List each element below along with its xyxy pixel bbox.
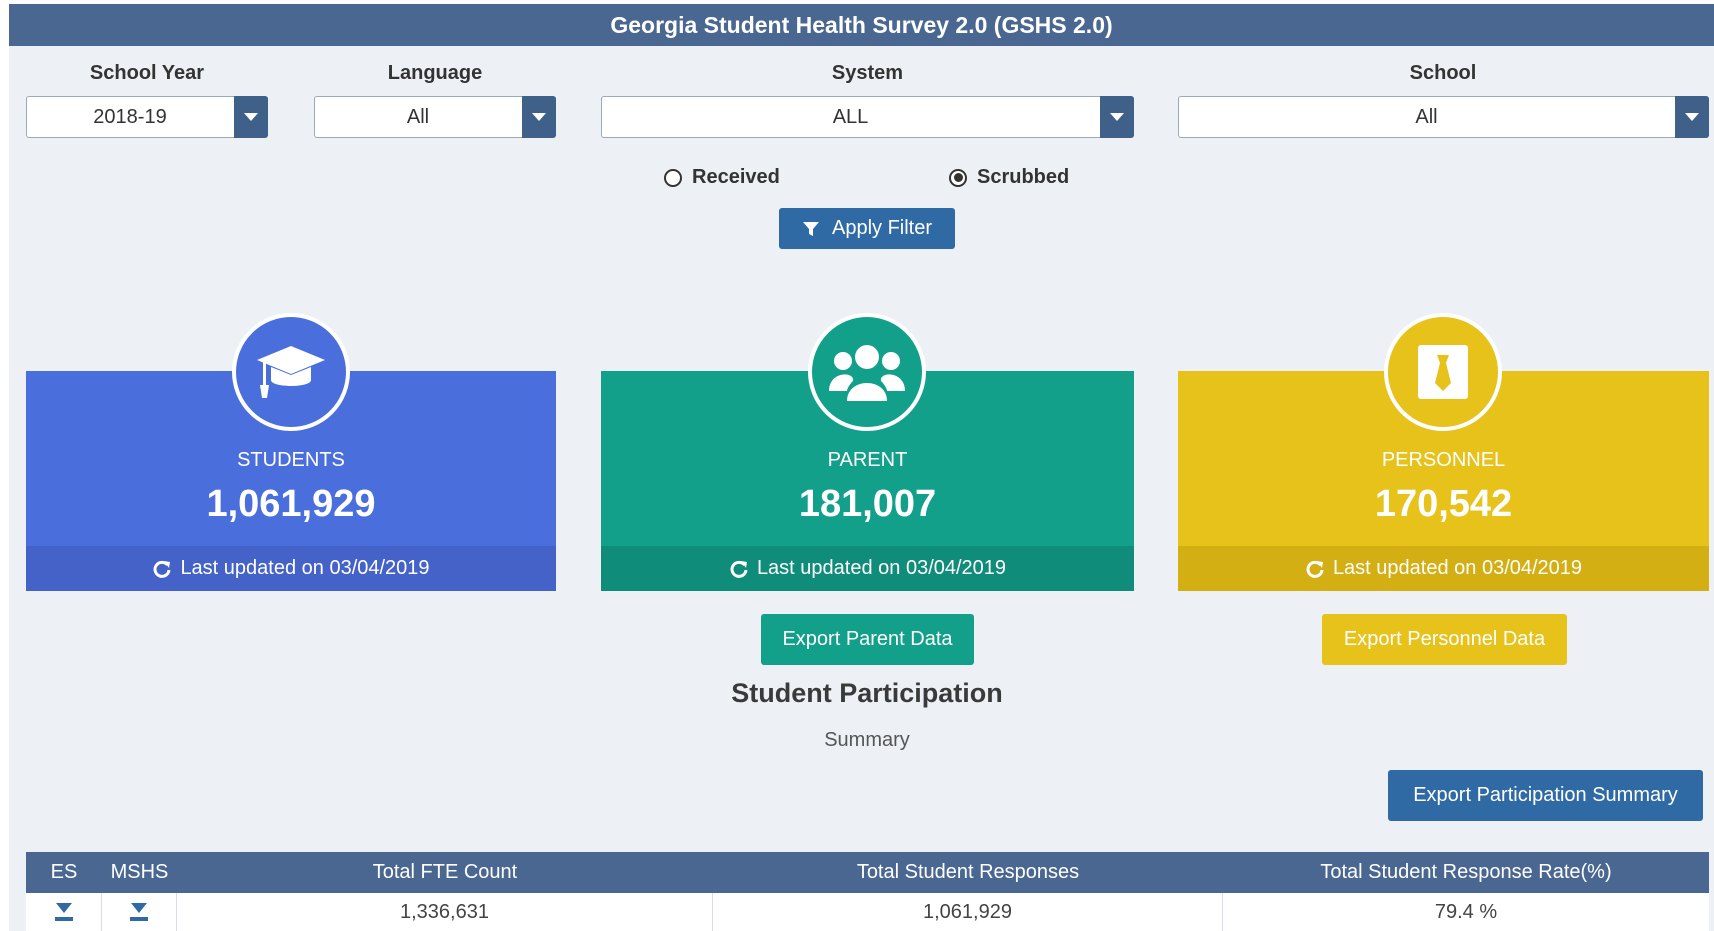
school-label: School [1409, 62, 1477, 84]
chevron-down-icon[interactable] [1675, 96, 1709, 138]
received-label: Received [692, 166, 780, 188]
system-label: System [831, 62, 904, 84]
column-header-es: ES [50, 861, 78, 883]
users-icon [829, 345, 905, 401]
rate-cell: 79.4 % [1434, 900, 1498, 923]
school-year-value: 2018-19 [93, 105, 167, 128]
column-header-fte: Total FTE Count [372, 861, 518, 883]
school-year-label: School Year [89, 62, 205, 84]
chevron-down-icon[interactable] [522, 96, 556, 138]
chevron-down-icon[interactable] [234, 96, 268, 138]
last-updated-text: Last updated on 03/04/2019 [756, 557, 1007, 579]
section-subtitle: Summary [824, 729, 910, 751]
system-value: ALL [832, 105, 869, 128]
card-footer: Last updated on 03/04/2019 [1178, 546, 1709, 591]
language-select[interactable]: All [314, 96, 556, 138]
parent-badge [808, 313, 926, 431]
fte-count-cell: 1,336,631 [177, 893, 713, 931]
column-header-mshs: MSHS [110, 861, 169, 883]
school-select[interactable]: All [1178, 96, 1709, 138]
id-badge-icon [1418, 345, 1468, 399]
filter-icon [802, 221, 819, 236]
card-label: PERSONNEL [1381, 449, 1506, 471]
language-value: All [406, 105, 430, 128]
last-updated-text: Last updated on 03/04/2019 [180, 557, 430, 579]
es-download-cell [26, 893, 102, 931]
download-icon[interactable] [53, 901, 75, 923]
export-summary-button[interactable]: Export Participation Summary [1388, 770, 1703, 821]
download-icon[interactable] [128, 901, 150, 923]
card-label: PARENT [827, 449, 908, 471]
export-personnel-button[interactable]: Export Personnel Data [1322, 614, 1567, 665]
column-header-responses: Total Student Responses [856, 861, 1080, 883]
page-title: Georgia Student Health Survey 2.0 (GSHS … [9, 4, 1714, 46]
scrubbed-radio[interactable]: Scrubbed [949, 166, 1069, 189]
refresh-icon [153, 560, 171, 578]
chevron-down-icon[interactable] [1100, 96, 1134, 138]
students-badge [232, 313, 350, 431]
school-value: All [1415, 105, 1438, 128]
column-header-rate: Total Student Response Rate(%) [1320, 861, 1612, 883]
apply-filter-label: Apply Filter [831, 217, 933, 239]
personnel-badge [1384, 313, 1502, 431]
responses-cell: 1,061,929 [713, 893, 1223, 931]
refresh-icon [1306, 560, 1324, 578]
card-value: 181,007 [798, 483, 937, 525]
language-label: Language [387, 62, 483, 84]
card-footer: Last updated on 03/04/2019 [26, 546, 556, 591]
card-label: STUDENTS [237, 449, 345, 471]
table-header: ES MSHS Total FTE Count Total Student Re… [26, 852, 1709, 893]
last-updated-text: Last updated on 03/04/2019 [1332, 557, 1583, 579]
section-title: Student Participation [731, 678, 1003, 708]
scrubbed-label: Scrubbed [977, 166, 1070, 188]
graduation-cap-icon [257, 346, 325, 398]
radio-unchecked-icon[interactable] [664, 168, 682, 187]
apply-filter-button[interactable]: Apply Filter [779, 208, 955, 249]
card-footer: Last updated on 03/04/2019 [601, 546, 1134, 591]
mshs-download-cell [102, 893, 177, 931]
school-year-select[interactable]: 2018-19 [26, 96, 268, 138]
system-select[interactable]: ALL [601, 96, 1134, 138]
received-radio[interactable]: Received [664, 166, 780, 189]
table-row: 1,336,631 1,061,929 79.4 % [26, 893, 1709, 931]
radio-checked-icon[interactable] [949, 168, 967, 187]
card-value: 170,542 [1374, 483, 1513, 525]
card-value: 1,061,929 [206, 483, 376, 525]
export-parent-button[interactable]: Export Parent Data [761, 614, 974, 665]
refresh-icon [730, 560, 748, 578]
